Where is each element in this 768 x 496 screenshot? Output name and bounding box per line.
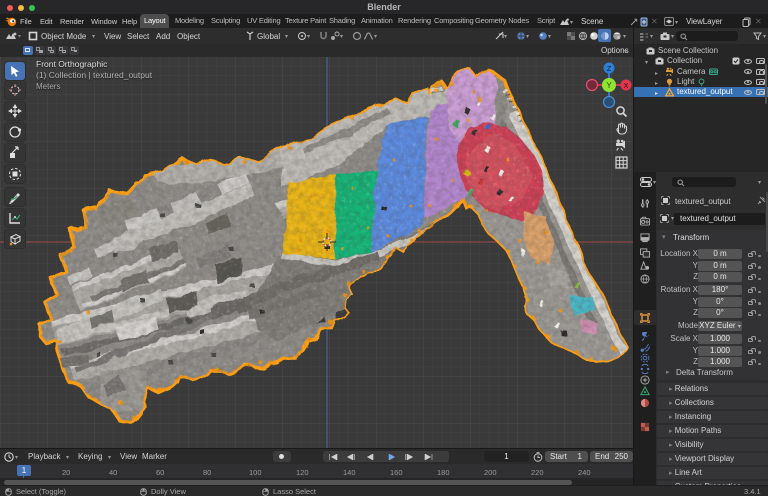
svg-text:Z: Z [607, 64, 612, 73]
svg-text:Y: Y [606, 81, 612, 90]
svg-text:X: X [623, 81, 628, 90]
